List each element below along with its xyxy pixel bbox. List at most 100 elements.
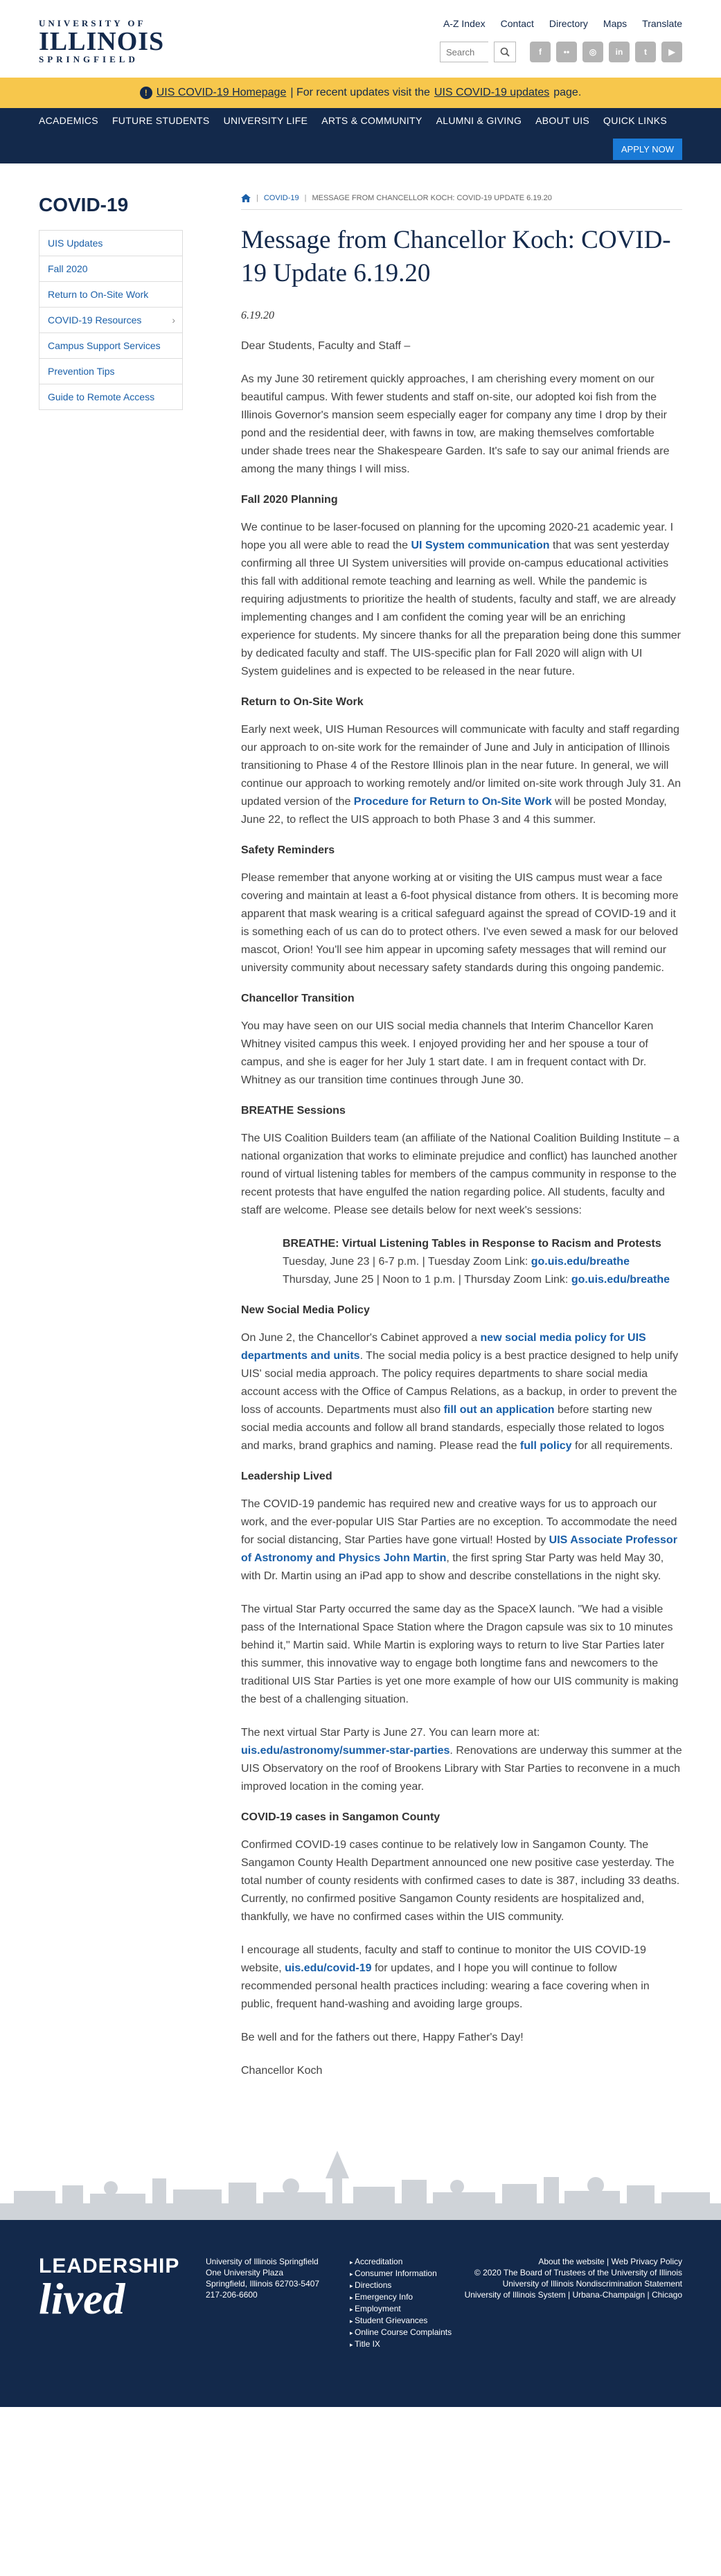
footer-address-line: Springfield, Illinois 62703-5407 [206,2279,320,2289]
footer-address-line: One University Plaza [206,2268,284,2277]
nav-item-alumni-giving[interactable]: Alumni & Giving [429,115,529,126]
utility-link-az-index[interactable]: A-Z Index [443,18,486,29]
article-date: 6.19.20 [241,310,274,321]
search-button[interactable] [494,42,516,62]
ui-system-communication-link[interactable]: UI System communication [411,540,550,551]
heading-return-to-on-site-work: Return to On-Site Work [241,696,364,708]
sidebar-item-prevention-tips[interactable]: Prevention Tips [39,359,182,384]
utility-link-maps[interactable]: Maps [603,18,627,29]
footer-link-consumer-information[interactable]: Consumer Information [350,2268,452,2280]
twitter-icon[interactable]: t [635,42,656,62]
flickr-icon[interactable]: •• [556,42,577,62]
skyline-icon [0,2151,721,2220]
footer-link-employment[interactable]: Employment [350,2303,452,2315]
search-input[interactable] [440,42,488,62]
footer-links: Accreditation Consumer Information Direc… [350,2256,452,2350]
encourage-paragraph: I encourage all students, faculty and st… [241,1942,682,2014]
full-policy-link[interactable]: full policy [520,1440,572,1452]
footer-right: About the website | Web Privacy Policy ©… [465,2256,682,2300]
university-logo[interactable]: UNIVERSITY OF ILLINOIS SPRINGFIELD [39,18,164,65]
sidebar-item-label: COVID-19 Resources [48,314,142,326]
footer-link-emergency-info[interactable]: Emergency Info [350,2291,452,2303]
fill-application-link[interactable]: fill out an application [444,1404,555,1416]
breathe-zoom-link-thursday[interactable]: go.uis.edu/breathe [571,1274,670,1286]
sidebar-item-return-to-on-site-work[interactable]: Return to On-Site Work [39,282,182,308]
alert-icon: ! [139,87,152,99]
nav-item-future-students[interactable]: Future Students [105,115,217,126]
footer-copyright: © 2020 The Board of Trustees of the Univ… [474,2268,682,2277]
footer-system-links: University of Illinois System | Urbana-C… [464,2290,682,2300]
nav-item-arts-community[interactable]: Arts & Community [314,115,429,126]
text: The next virtual Star Party is June 27. … [241,1727,540,1739]
fall-paragraph: We continue to be laser-focused on plann… [241,519,682,681]
utility-link-contact[interactable]: Contact [501,18,534,29]
linkedin-icon[interactable]: in [609,42,630,62]
youtube-icon[interactable]: ▶ [661,42,682,62]
nav-item-about-uis[interactable]: About UIS [528,115,596,126]
footer-link-title-ix[interactable]: Title IX [350,2338,452,2350]
nav-item-quick-links[interactable]: Quick Links [596,115,674,126]
footer-logo-line-2: lived [39,2274,125,2323]
breadcrumb: | COVID-19 | MESSAGE FROM CHANCELLOR KOC… [241,194,682,210]
heading-breathe-sessions: BREATHE Sessions [241,1105,346,1117]
signature: Chancellor Koch [241,2065,323,2077]
sidebar-item-covid-resources[interactable]: COVID-19 Resources › [39,308,182,333]
intro-paragraph: As my June 30 retirement quickly approac… [241,373,670,475]
chevron-right-icon[interactable]: › [172,314,175,326]
footer-link-online-course-complaints[interactable]: Online Course Complaints [350,2327,452,2338]
leadership-lived-logo: LEADERSHIP lived [39,2256,179,2321]
breadcrumb-link-covid[interactable]: COVID-19 [264,194,299,202]
footer-link-about-website[interactable]: About the website [538,2257,604,2266]
apply-now-button[interactable]: Apply Now [612,139,682,160]
star-parties-link[interactable]: uis.edu/astronomy/summer-star-parties [241,1745,449,1757]
return-procedure-link[interactable]: Procedure for Return to On-Site Work [354,796,552,808]
breathe-paragraph: The UIS Coalition Builders team (an affi… [241,1132,679,1216]
breathe-session-thursday: Thursday, June 25 | Noon to 1 p.m. | Thu… [283,1271,682,1289]
covid-website-link[interactable]: uis.edu/covid-19 [285,1962,371,1974]
breathe-zoom-link-tuesday[interactable]: go.uis.edu/breathe [531,1256,630,1268]
content-wrapper: COVID-19 UIS Updates Fall 2020 Return to… [0,194,721,2095]
footer-link-ui-system[interactable]: University of Illinois System [465,2290,566,2300]
sidebar-item-uis-updates[interactable]: UIS Updates [39,231,182,256]
footer-link-accreditation[interactable]: Accreditation [350,2256,452,2268]
heading-covid-cases-sangamon: COVID-19 cases in Sangamon County [241,1811,440,1823]
leadership-paragraph-1: The COVID-19 pandemic has required new a… [241,1495,682,1585]
nav-item-university-life[interactable]: University Life [217,115,315,126]
heading-new-social-media-policy: New Social Media Policy [241,1304,370,1316]
instagram-icon[interactable]: ◎ [582,42,603,62]
logo-main-text: ILLINOIS [39,27,165,56]
heading-fall-2020-planning: Fall 2020 Planning [241,494,338,506]
search-and-social: f •• ◎ in t ▶ [440,42,682,62]
nav-item-academics[interactable]: Academics [39,115,105,126]
footer-link-nondiscrimination[interactable]: University of Illinois Nondiscrimination… [503,2279,682,2289]
footer-address-line: University of Illinois Springfield [206,2257,319,2266]
alert-middle-text: | For recent updates visit the [290,87,430,98]
utility-link-directory[interactable]: Directory [549,18,588,29]
sidebar-item-guide-to-remote-access[interactable]: Guide to Remote Access [39,384,182,409]
sidebar-item-campus-support-services[interactable]: Campus Support Services [39,333,182,359]
footer-link-chicago[interactable]: Chicago [652,2290,682,2300]
footer-link-urbana-champaign[interactable]: Urbana-Champaign [572,2290,645,2300]
sidebar: COVID-19 UIS Updates Fall 2020 Return to… [39,194,183,2095]
social-paragraph: On June 2, the Chancellor's Cabinet appr… [241,1329,682,1455]
safety-paragraph: Please remember that anyone working at o… [241,872,679,974]
sidebar-menu: UIS Updates Fall 2020 Return to On-Site … [39,230,183,410]
page-title: Message from Chancellor Koch: COVID-19 U… [241,226,671,287]
breathe-details: BREATHE: Virtual Listening Tables in Res… [283,1235,682,1289]
text: On June 2, the Chancellor's Cabinet appr… [241,1332,481,1344]
site-footer: LEADERSHIP lived University of Illinois … [0,2220,721,2407]
sidebar-item-fall-2020[interactable]: Fall 2020 [39,256,182,282]
search-icon [500,47,510,57]
closing-line: Be well and for the fathers out there, H… [241,2032,524,2043]
leadership-paragraph-2: The virtual Star Party occurred the same… [241,1604,679,1705]
text: Thursday, June 25 | Noon to 1 p.m. | Thu… [283,1274,571,1286]
home-icon[interactable] [241,194,251,202]
alert-updates-link[interactable]: UIS COVID-19 updates [434,87,549,99]
facebook-icon[interactable]: f [530,42,551,62]
utility-link-translate[interactable]: Translate [642,18,682,29]
alert-homepage-link[interactable]: UIS COVID-19 Homepage [157,87,287,99]
footer-right-links-1: About the website | Web Privacy Policy [538,2257,682,2266]
footer-link-web-privacy[interactable]: Web Privacy Policy [612,2257,682,2266]
footer-link-directions[interactable]: Directions [350,2280,452,2291]
footer-link-student-grievances[interactable]: Student Grievances [350,2315,452,2327]
